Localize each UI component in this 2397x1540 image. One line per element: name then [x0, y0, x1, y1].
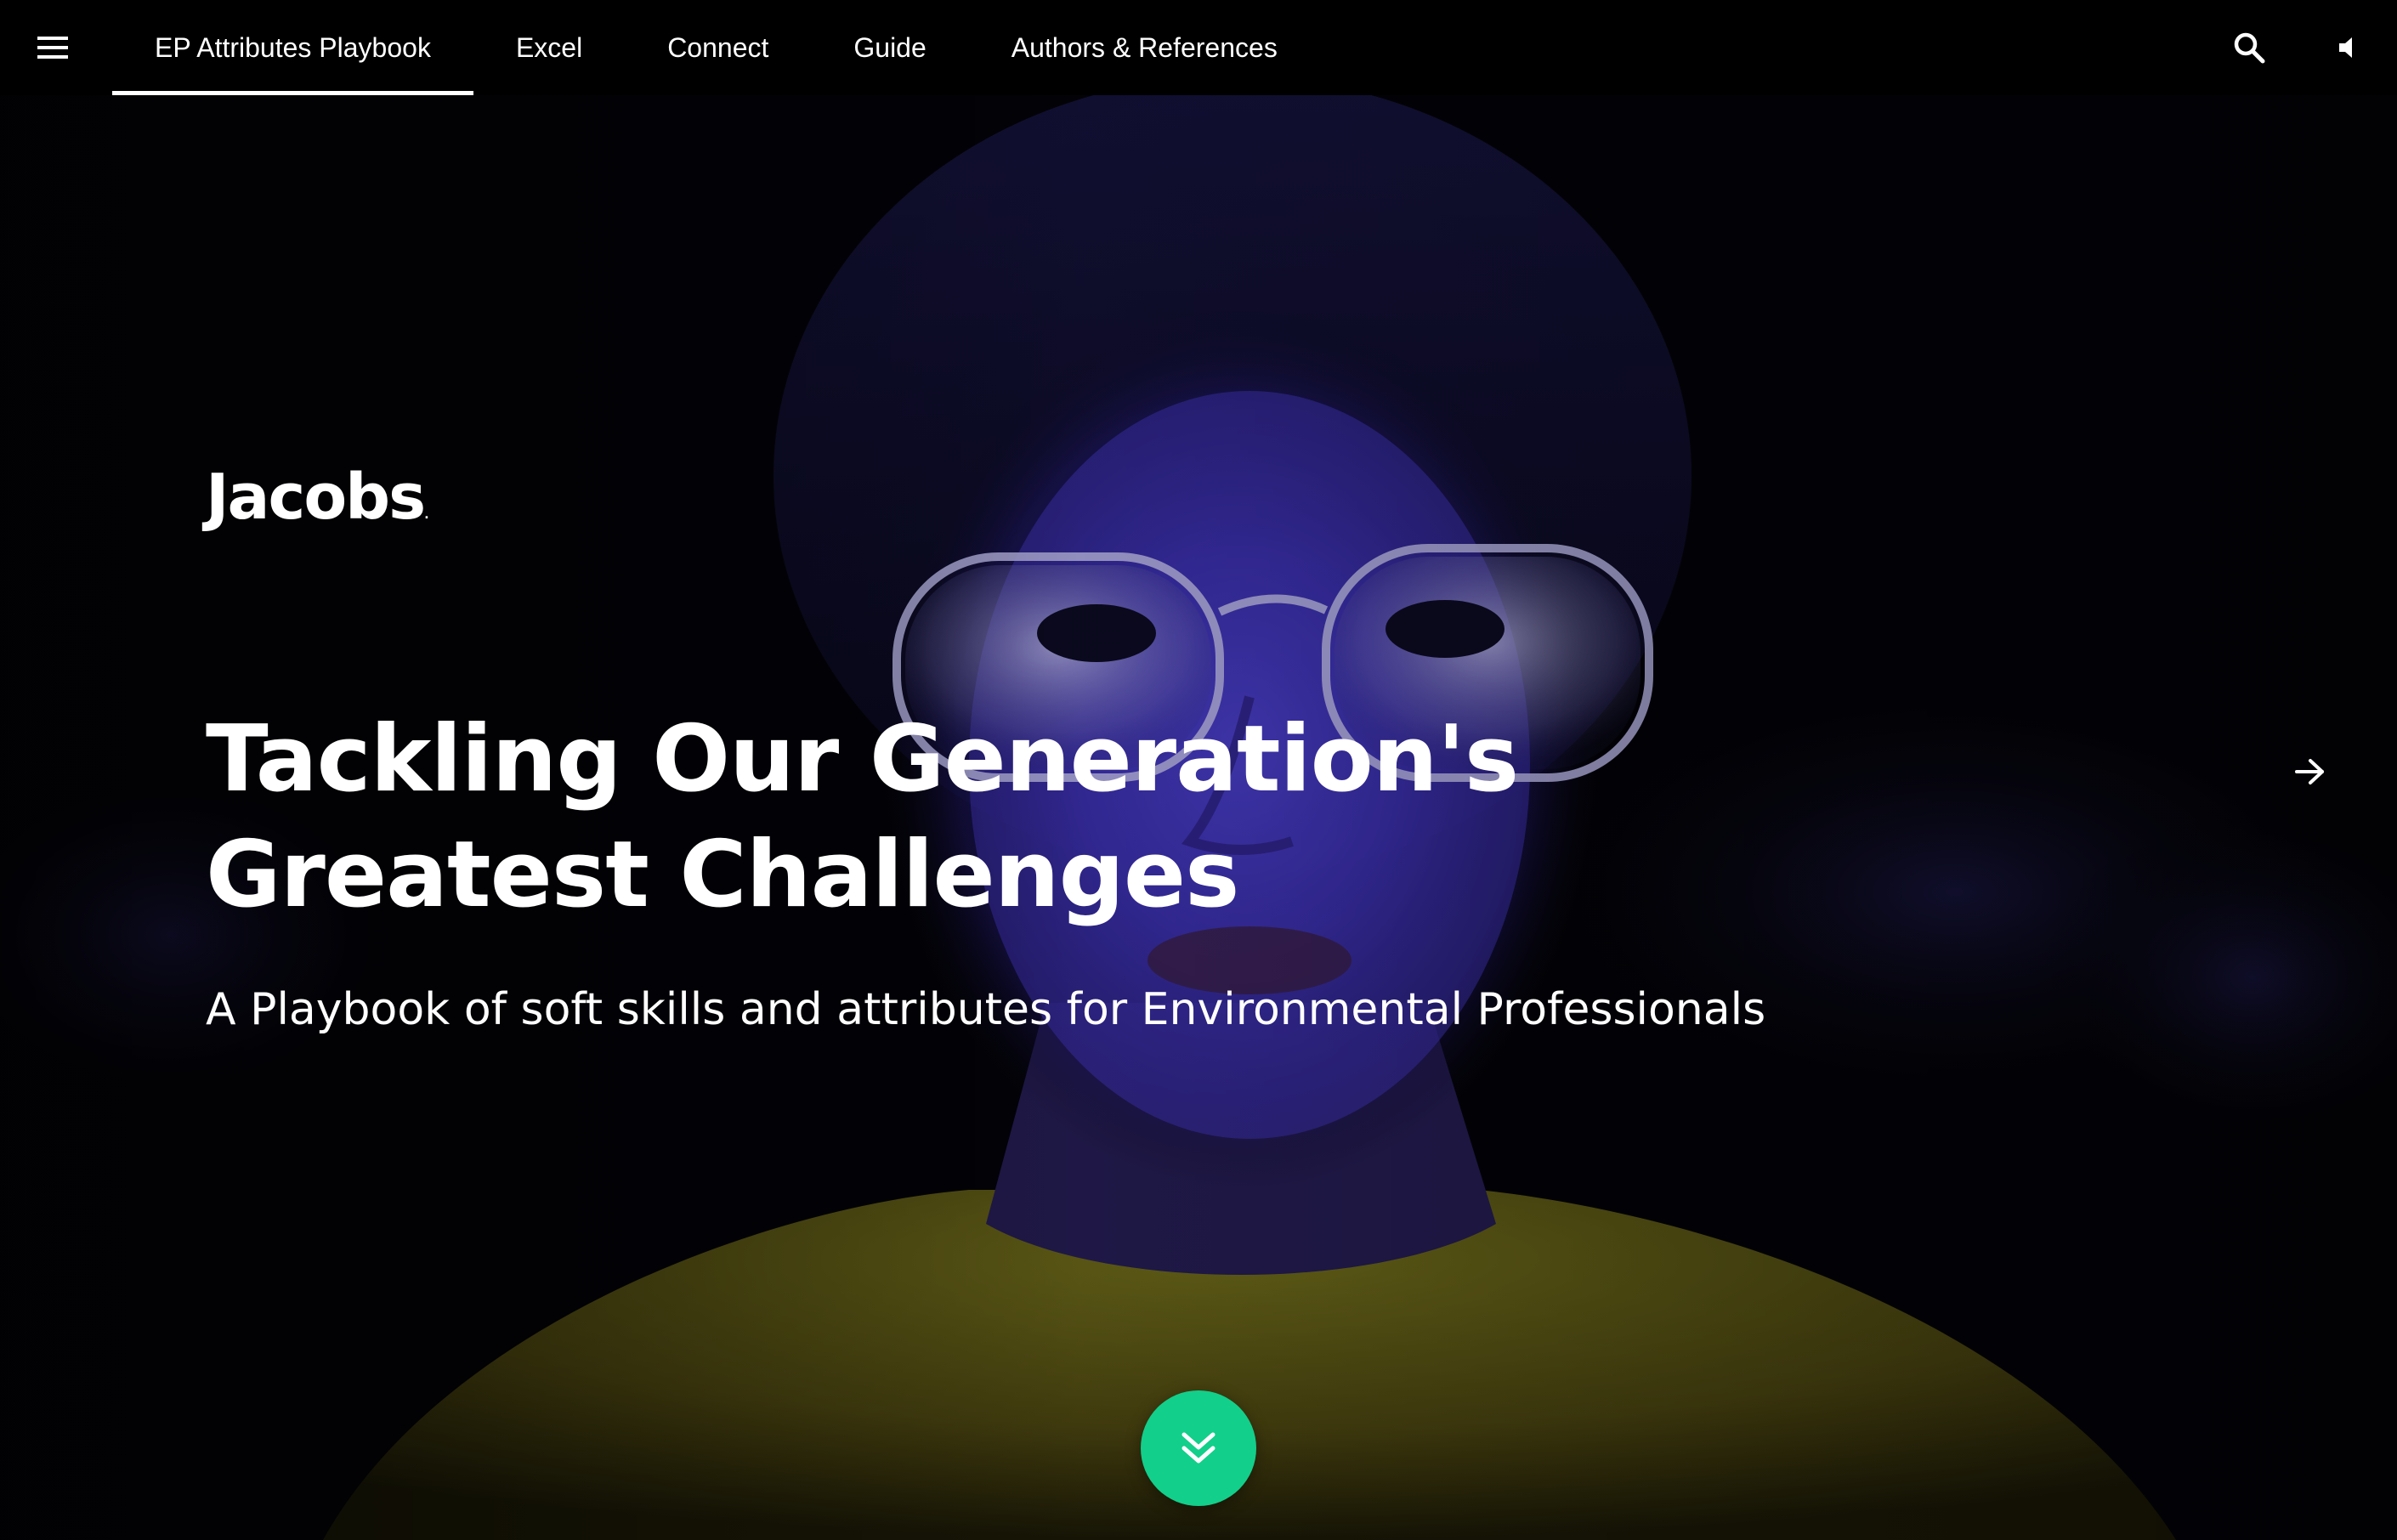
logo-text: Jacobs	[206, 461, 426, 534]
top-navigation-bar: EP Attributes Playbook Excel Connect Gui…	[0, 0, 2397, 95]
hero-subtitle: A Playbook of soft skills and attributes…	[206, 984, 1766, 1035]
logo-mark: .	[424, 508, 429, 522]
scroll-down-button[interactable]	[1141, 1390, 1256, 1506]
nav-tab-guide[interactable]: Guide	[811, 0, 968, 95]
nav-tab-label: EP Attributes Playbook	[155, 31, 431, 63]
sound-toggle-button[interactable]	[2322, 22, 2373, 73]
page: EP Attributes Playbook Excel Connect Gui…	[0, 0, 2397, 1540]
nav-tab-connect[interactable]: Connect	[625, 0, 811, 95]
nav-tab-label: Connect	[667, 31, 769, 63]
jacobs-logo: Jacobs.	[206, 466, 429, 529]
menu-button[interactable]	[26, 24, 80, 71]
nav-tab-excel[interactable]: Excel	[473, 0, 625, 95]
search-button[interactable]	[2224, 22, 2275, 73]
speaker-icon	[2339, 37, 2352, 58]
hero-title-line-1: Tackling Our Generation's	[206, 706, 1519, 812]
nav-tab-label: Guide	[853, 31, 926, 63]
nav-tab-ep-attributes-playbook[interactable]: EP Attributes Playbook	[112, 0, 473, 95]
arrow-right-icon	[2295, 759, 2324, 784]
hero-title: Tackling Our Generation's Greatest Chall…	[206, 702, 1651, 933]
nav-tab-label: Authors & References	[1011, 31, 1278, 63]
hamburger-menu-icon	[37, 37, 68, 59]
nav-tab-label: Excel	[515, 31, 583, 63]
nav-tab-authors-references[interactable]: Authors & References	[969, 0, 1320, 95]
search-icon	[2234, 32, 2265, 64]
double-chevron-down-icon	[1182, 1432, 1216, 1464]
hero-title-line-2: Greatest Challenges	[206, 822, 1239, 928]
primary-nav: EP Attributes Playbook Excel Connect Gui…	[112, 0, 1320, 95]
next-slide-button[interactable]	[2285, 746, 2336, 797]
